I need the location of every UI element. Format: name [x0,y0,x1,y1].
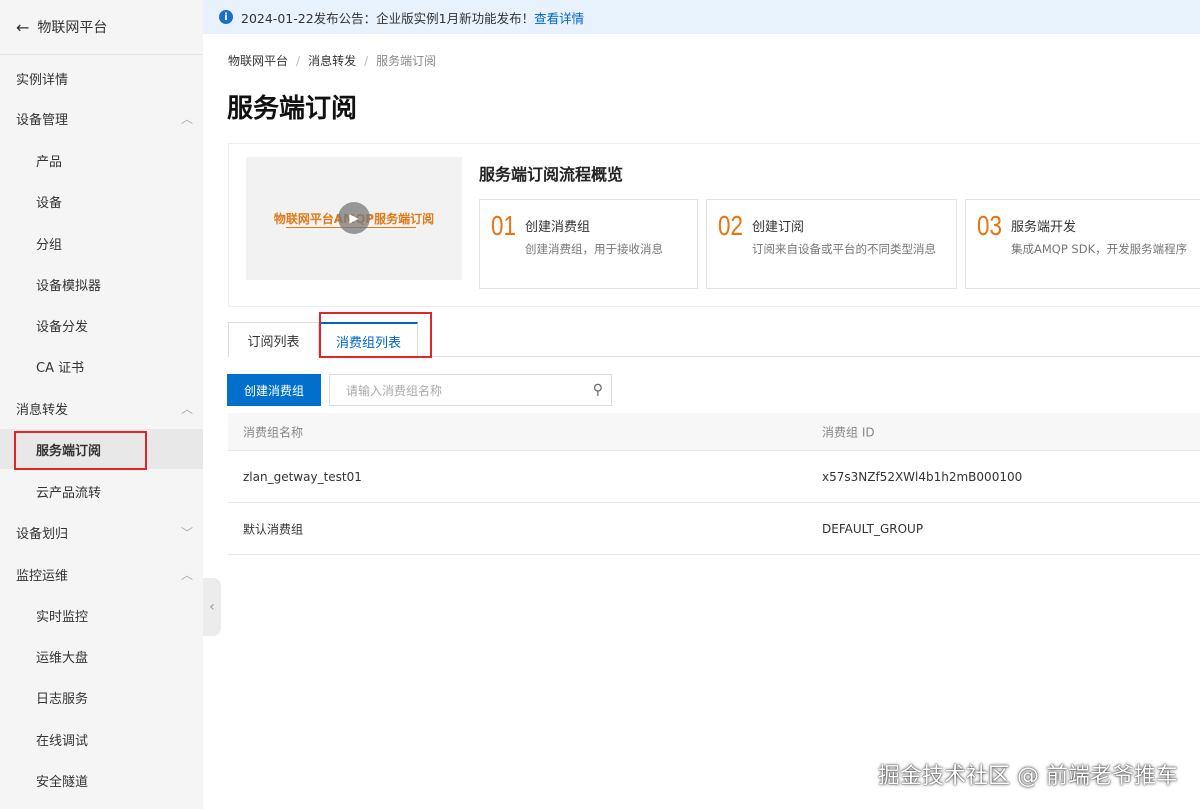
breadcrumb-item[interactable]: 物联网平台 [228,54,288,68]
highlight-box [319,312,432,358]
sidebar-item[interactable]: 设备 [0,181,203,221]
back-button[interactable]: ← 物联网平台 [0,0,203,55]
highlight-box [14,431,147,470]
sidebar-item[interactable]: 消息转发 ︿ [0,388,203,428]
sidebar-item[interactable]: 设备分发 [0,305,203,345]
notice-detail-link[interactable]: 查看详情 [534,8,584,27]
step-card: 01 创建消费组 创建消费组，用于接收消息 [479,199,698,289]
tab-subscription-list[interactable]: 订阅列表 [228,322,319,357]
watermark: 掘金技术社区 @ 前端老爷推车 [878,764,1178,789]
breadcrumb-item[interactable]: 消息转发 [308,54,356,68]
sidebar-item[interactable]: 日志服务 [0,677,203,717]
search-icon[interactable]: ⚲ [593,382,603,398]
search-input[interactable]: 请输入消费组名称 ⚲ [329,374,612,406]
sidebar-item[interactable]: 产品 [0,140,203,180]
sidebar-item[interactable]: 监控运维 ︿ [0,554,203,594]
video-thumbnail[interactable]: 物联网平台AMQP服务端订阅 ▶ [246,157,462,280]
sidebar-item[interactable]: 运维大盘 [0,636,203,676]
chevron-up-icon: ︿ [180,567,193,582]
overview-title: 服务端订阅流程概览 [479,165,624,184]
sidebar-item[interactable]: 实例详情 [0,58,203,98]
consumer-group-table: 消费组名称 消费组 ID zlan_getway_test01 x57s3NZf5… [228,413,1200,555]
step-card: 03 服务端开发 集成AMQP SDK，开发服务端程序 [965,199,1200,289]
create-consumer-group-button[interactable]: 创建消费组 [227,374,321,406]
sidebar-item[interactable]: 在线调试 [0,719,203,759]
sidebar-item[interactable]: 设备模拟器 [0,264,203,304]
arrow-left-icon: ← [16,17,30,37]
notice-bar: i 2024-01-22发布公告：企业版实例1月新功能发布！ 查看详情 [203,0,1200,34]
sidebar-item[interactable]: 实时监控 [0,595,203,635]
breadcrumb-current: 服务端订阅 [376,54,437,68]
play-icon[interactable]: ▶ [338,202,370,234]
table-header: 消费组名称 消费组 ID [228,413,1200,451]
sidebar-item[interactable]: 设备划归 ﹀ [0,512,203,552]
table-row: 默认消费组 DEFAULT_GROUP [228,503,1200,555]
info-icon: i [219,10,233,24]
chevron-up-icon: ︿ [180,401,193,416]
breadcrumb: 物联网平台 / 消息转发 / 服务端订阅 [228,54,437,68]
sidebar-item[interactable]: 设备管理 ︿ [0,98,203,138]
table-row: zlan_getway_test01 x57s3NZf52XWl4b1h2mB00… [228,451,1200,503]
sidebar-item[interactable]: CA 证书 [0,346,203,386]
sidebar-item[interactable]: 分组 [0,223,203,263]
chevron-up-icon: ︿ [180,111,193,126]
step-card: 02 创建订阅 订阅来自设备或平台的不同类型消息 [706,199,957,289]
chevron-down-icon: ﹀ [180,525,193,540]
sidebar-item[interactable]: 云产品流转 [0,471,203,511]
collapse-sidebar-button[interactable]: ‹ [203,578,221,636]
page-title: 服务端订阅 [227,94,358,124]
sidebar-item[interactable]: 安全隧道 [0,760,203,800]
